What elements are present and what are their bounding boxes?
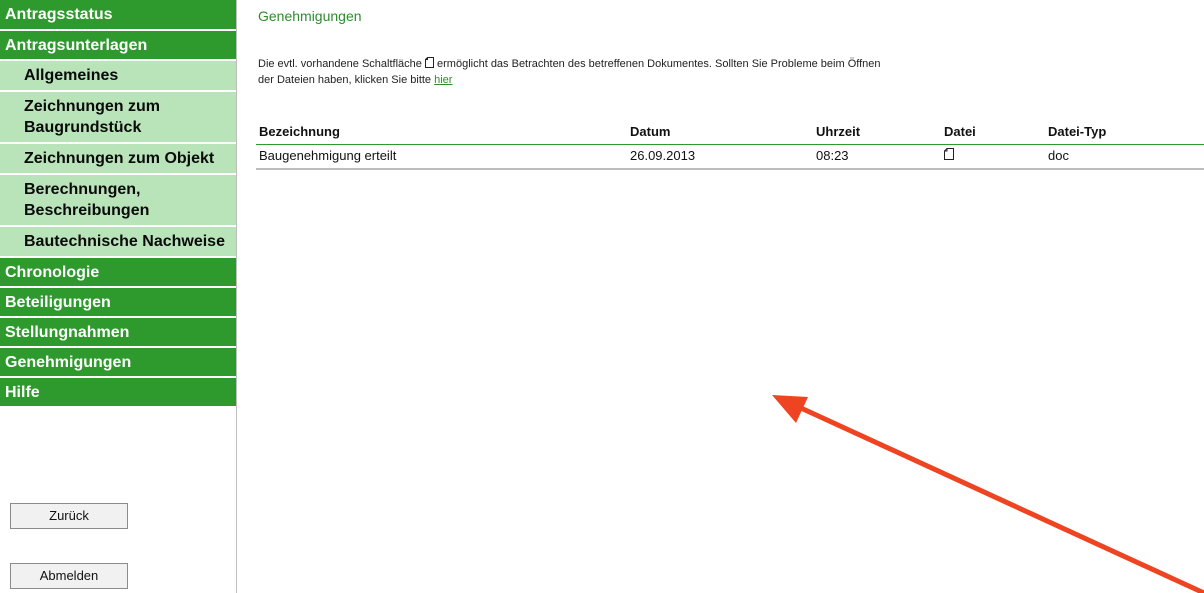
nav-sub-berechnungen[interactable]: Berechnungen, Beschreibungen (0, 175, 236, 227)
nav-sub-zeichnungen-baugrundstueck[interactable]: Zeichnungen zum Baugrundstück (0, 92, 236, 144)
documents-table: Bezeichnung Datum Uhrzeit Datei Datei-Ty… (256, 122, 1204, 170)
nav-sub-allgemeines[interactable]: Allgemeines (0, 61, 236, 92)
help-link[interactable]: hier (434, 74, 452, 86)
cell-uhrzeit: 08:23 (816, 148, 849, 163)
cell-datei (944, 145, 1048, 168)
nav-sub-bautechnische-nachweise[interactable]: Bautechnische Nachweise (0, 227, 236, 258)
header-uhrzeit: Uhrzeit (816, 124, 861, 139)
header-datei: Datei (944, 124, 976, 139)
intro-text-part3: der Dateien haben, klicken Sie bitte (258, 74, 432, 86)
nav-antragsstatus[interactable]: Antragsstatus (0, 0, 236, 31)
nav-beteiligungen[interactable]: Beteiligungen (0, 288, 236, 318)
nav-chronologie[interactable]: Chronologie (0, 258, 236, 288)
intro-text-part2: ermöglicht das Betrachten des betreffene… (437, 58, 881, 70)
nav-submenu: Allgemeines Zeichnungen zum Baugrundstüc… (0, 61, 236, 258)
nav-hilfe[interactable]: Hilfe (0, 378, 236, 408)
intro-text-part1: Die evtl. vorhandene Schaltfläche (258, 58, 422, 70)
sidebar: Antragsstatus Antragsunterlagen Allgemei… (0, 0, 237, 593)
arrow-shaft (787, 400, 1204, 593)
cell-bezeichnung: Baugenehmigung erteilt (259, 148, 397, 163)
cell-datei-typ: doc (1048, 148, 1069, 163)
document-icon[interactable] (944, 145, 954, 160)
nav-antragsunterlagen[interactable]: Antragsunterlagen (0, 31, 236, 61)
logout-button[interactable]: Abmelden (10, 563, 128, 589)
annotation-arrow (772, 395, 1204, 593)
header-bezeichnung: Bezeichnung (259, 124, 340, 139)
nav-stellungnahmen[interactable]: Stellungnahmen (0, 318, 236, 348)
nav-sub-zeichnungen-objekt[interactable]: Zeichnungen zum Objekt (0, 144, 236, 175)
table-header: Bezeichnung Datum Uhrzeit Datei Datei-Ty… (256, 122, 1204, 145)
page-title: Genehmigungen (258, 8, 362, 24)
back-button[interactable]: Zurück (10, 503, 128, 529)
document-icon (424, 57, 434, 68)
intro-text: Die evtl. vorhandene Schaltfläche ermögl… (258, 56, 1204, 88)
header-datei-typ: Datei-Typ (1048, 124, 1107, 139)
nav-genehmigungen[interactable]: Genehmigungen (0, 348, 236, 378)
header-datum: Datum (630, 124, 671, 139)
cell-datum: 26.09.2013 (630, 148, 696, 163)
table-row: Baugenehmigung erteilt 26.09.2013 08:23 … (256, 145, 1204, 170)
